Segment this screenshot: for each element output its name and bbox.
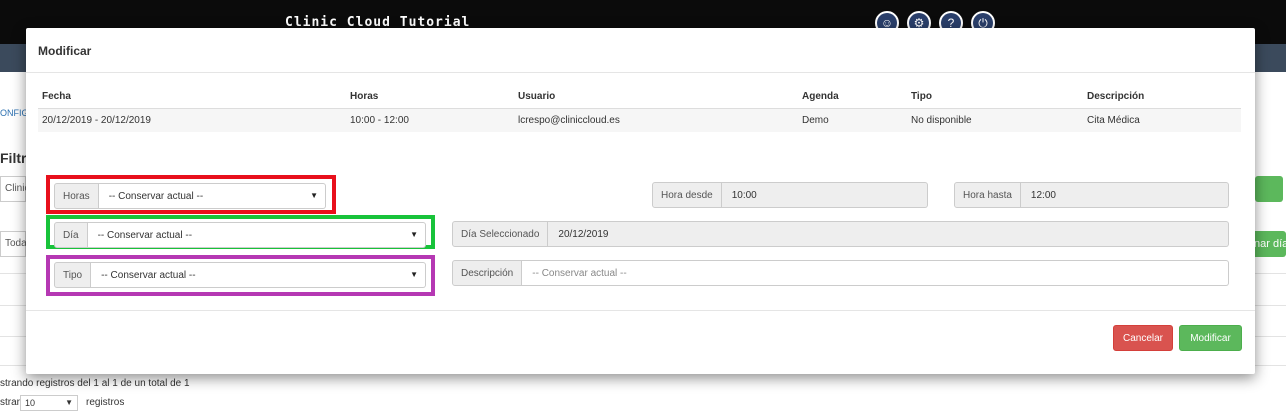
dia-select[interactable]: -- Conservar actual -- ▼	[87, 222, 426, 248]
cell-descripcion: Cita Médica	[1083, 108, 1241, 132]
info-table: Fecha Horas Usuario Agenda Tipo Descripc…	[38, 86, 1241, 132]
chevron-down-icon: ▼	[410, 230, 418, 239]
chevron-down-icon: ▼	[310, 191, 318, 200]
table-header-row: Fecha Horas Usuario Agenda Tipo Descripc…	[38, 86, 1241, 109]
tipo-group: Tipo -- Conservar actual -- ▼	[54, 262, 426, 288]
dia-seleccionado-label: Día Seleccionado	[452, 221, 549, 247]
column-header: Tipo	[907, 86, 1083, 109]
cell-fecha: 20/12/2019 - 20/12/2019	[38, 108, 346, 132]
cell-tipo: No disponible	[907, 108, 1083, 132]
modify-modal: Modificar Fecha Horas Usuario Agenda Tip…	[26, 28, 1255, 374]
cell-horas: 10:00 - 12:00	[346, 108, 514, 132]
horas-group: Horas -- Conservar actual -- ▼	[54, 183, 326, 209]
column-header: Usuario	[514, 86, 798, 109]
hora-hasta-group: Hora hasta 12:00	[954, 182, 1229, 208]
hora-desde-label: Hora desde	[652, 182, 722, 208]
column-header: Descripción	[1083, 86, 1241, 109]
dia-select-value: -- Conservar actual --	[97, 229, 193, 241]
modify-button[interactable]: Modificar	[1179, 325, 1242, 351]
horas-select-value: -- Conservar actual --	[108, 190, 204, 202]
horas-select[interactable]: -- Conservar actual -- ▼	[98, 183, 326, 209]
dia-seleccionado-field[interactable]: 20/12/2019	[548, 221, 1229, 247]
cancel-button[interactable]: Cancelar	[1113, 325, 1173, 351]
page-size-select[interactable]: 10 ▼	[20, 395, 78, 411]
tipo-select-value: -- Conservar actual --	[101, 269, 196, 281]
tipo-select[interactable]: -- Conservar actual -- ▼	[91, 262, 426, 288]
hora-desde-group: Hora desde 10:00	[652, 182, 928, 208]
bg-green-button-2[interactable]: nar días	[1252, 231, 1286, 257]
show-label: strar	[0, 397, 20, 408]
hora-hasta-label: Hora hasta	[954, 182, 1021, 208]
todas-filter[interactable]: Todas	[0, 231, 32, 257]
clinic-filter[interactable]: Clinic	[0, 176, 29, 202]
column-header: Fecha	[38, 86, 346, 109]
records-suffix: registros	[86, 397, 125, 408]
hora-hasta-field[interactable]: 12:00	[1020, 182, 1229, 208]
modal-header: Modificar	[26, 28, 1255, 73]
column-header: Horas	[346, 86, 514, 109]
table-row: 20/12/2019 - 20/12/2019 10:00 - 12:00 lc…	[38, 108, 1241, 132]
records-info: strando registros del 1 al 1 de un total…	[0, 378, 190, 389]
chevron-down-icon: ▼	[65, 398, 73, 407]
descripcion-label: Descripción	[452, 260, 523, 286]
cell-usuario: lcrespo@cliniccloud.es	[514, 108, 798, 132]
tipo-label: Tipo	[54, 262, 92, 288]
descripcion-group: Descripción -- Conservar actual --	[452, 260, 1229, 286]
hora-desde-field[interactable]: 10:00	[721, 182, 928, 208]
page-size-value: 10	[25, 398, 36, 408]
dia-label: Día	[54, 222, 88, 248]
horas-label: Horas	[54, 183, 99, 209]
modal-footer: Cancelar Modificar	[26, 310, 1255, 374]
bg-green-button[interactable]	[1255, 176, 1283, 202]
column-header: Agenda	[798, 86, 907, 109]
descripcion-input[interactable]: -- Conservar actual --	[522, 260, 1229, 286]
modal-title: Modificar	[38, 44, 92, 58]
dia-group: Día -- Conservar actual -- ▼	[54, 222, 426, 248]
cell-agenda: Demo	[798, 108, 907, 132]
chevron-down-icon: ▼	[410, 270, 418, 279]
dia-seleccionado-group: Día Seleccionado 20/12/2019	[452, 221, 1229, 247]
